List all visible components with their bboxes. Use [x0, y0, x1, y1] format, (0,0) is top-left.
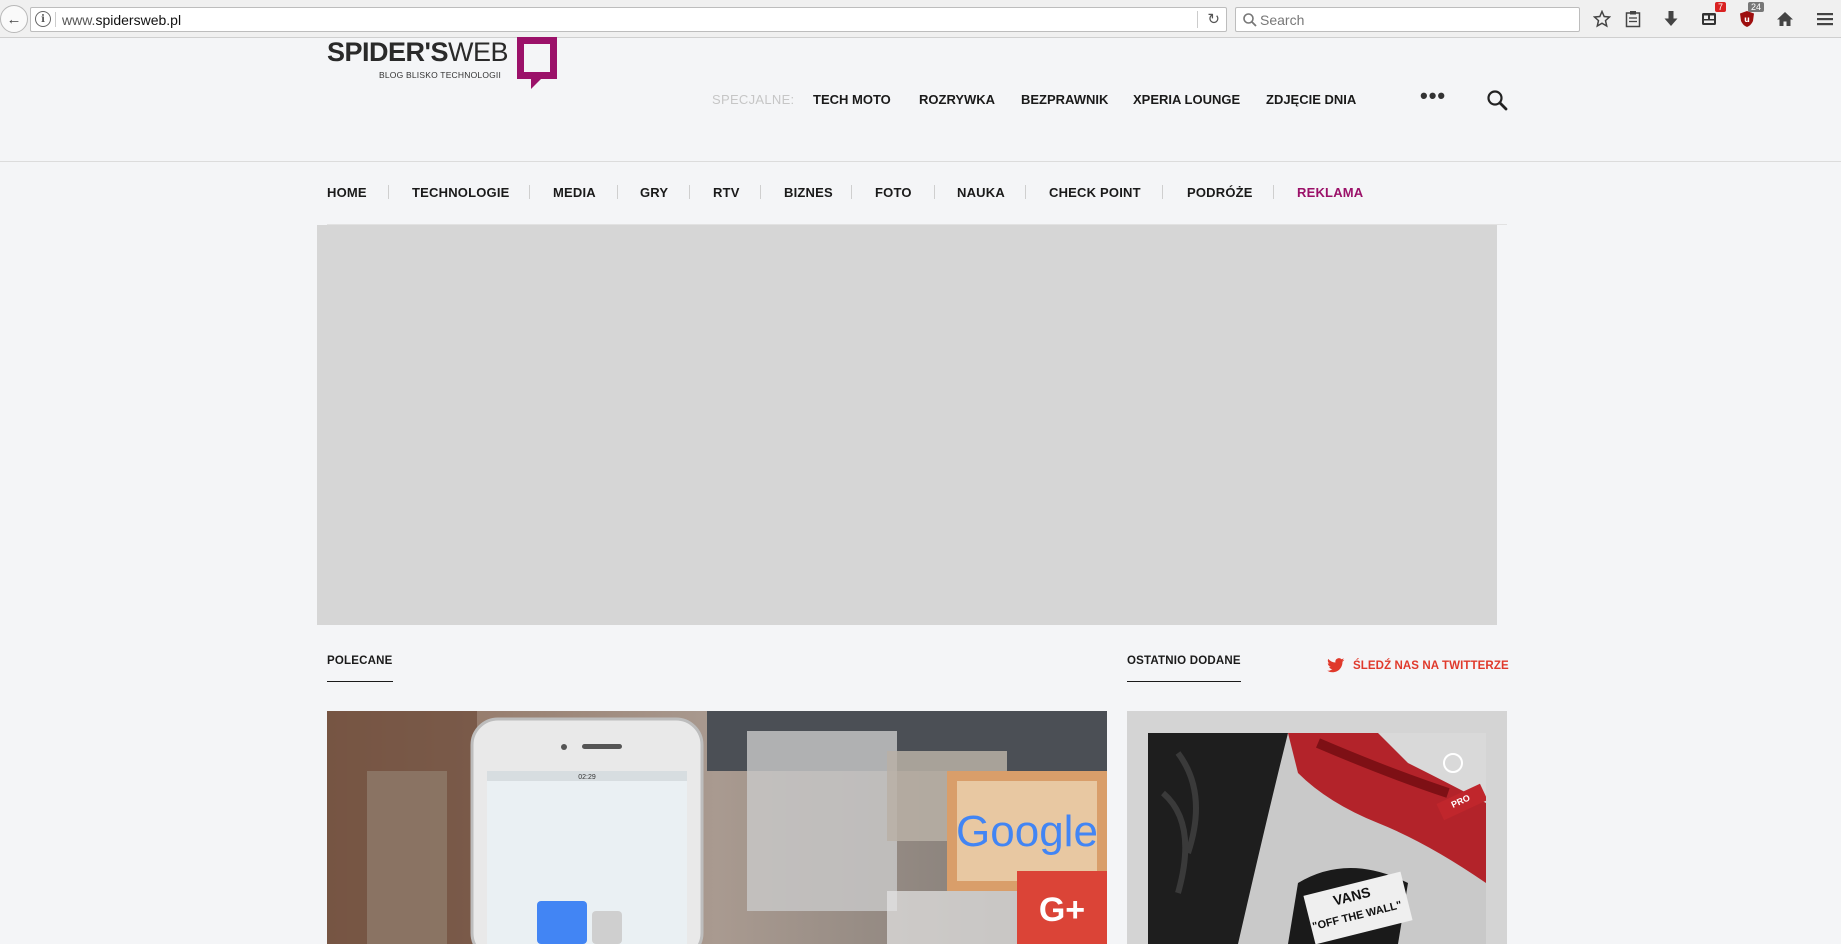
inbox-icon	[1702, 13, 1716, 25]
more-dots-icon[interactable]: •••	[1420, 85, 1446, 110]
nav-separator	[689, 185, 690, 199]
special-link-bezprawnik[interactable]: BEZPRAWNIK	[1021, 92, 1108, 107]
latest-article-card[interactable]: PRO VANS "OFF THE WALL"	[1127, 711, 1507, 944]
reload-icon[interactable]: ↻	[1207, 10, 1220, 28]
nav-item-check-point[interactable]: CHECK POINT	[1049, 185, 1141, 200]
site-logo[interactable]: SPIDER'SWEB BLOG BLISKO TECHNOLOGII	[327, 37, 557, 91]
clipboard-icon	[1625, 11, 1641, 28]
featured-article-image[interactable]: Google G+ 02:29	[327, 711, 1107, 944]
url-separator	[55, 12, 56, 27]
extensions-badge: 24	[1747, 2, 1764, 12]
messages-badge: 7	[1714, 2, 1726, 12]
speech-bubble-logo-icon	[517, 37, 557, 89]
nav-separator	[760, 185, 761, 199]
nav-separator	[388, 185, 389, 199]
search-placeholder: Search	[1260, 12, 1305, 28]
latest-illustration: PRO VANS "OFF THE WALL"	[1148, 733, 1486, 944]
reading-list-button[interactable]	[1620, 6, 1646, 32]
twitter-bird-icon	[1327, 658, 1345, 673]
hamburger-icon	[1817, 13, 1833, 26]
site-search-icon[interactable]	[1485, 88, 1509, 112]
nav-item-media[interactable]: MEDIA	[553, 185, 596, 200]
nav-separator	[851, 185, 852, 199]
ublock-button[interactable]: u 24	[1734, 2, 1764, 32]
logo-wordmark: SPIDER'SWEB	[327, 37, 508, 67]
phone-status-time: 02:29	[578, 774, 596, 781]
shield-icon: u	[1740, 11, 1754, 27]
nav-separator	[617, 185, 618, 199]
home-icon	[1777, 12, 1793, 26]
reload-separator	[1197, 11, 1198, 28]
section-title-ostatnio-dodane: OSTATNIO DODANE	[1127, 655, 1241, 682]
nav-item-nauka[interactable]: NAUKA	[957, 185, 1005, 200]
special-link-tech-moto[interactable]: TECH MOTO	[813, 92, 891, 107]
nav-item-home[interactable]: HOME	[327, 185, 367, 200]
nav-separator	[1273, 185, 1274, 199]
special-link-xperia-lounge[interactable]: XPERIA LOUNGE	[1133, 92, 1240, 107]
browser-toolbar: ← i www.spidersweb.pl ↻ Search 7 u 24	[0, 0, 1841, 38]
nav-separator	[1162, 185, 1163, 199]
back-button[interactable]: ←	[0, 5, 28, 33]
logo-tagline: BLOG BLISKO TECHNOLOGII	[379, 70, 502, 80]
google-sign-text: Google	[956, 807, 1098, 856]
star-icon	[1593, 10, 1611, 28]
special-link-rozrywka[interactable]: ROZRYWKA	[919, 92, 995, 107]
nav-item-reklama[interactable]: REKLAMA	[1297, 185, 1363, 200]
latest-article-image[interactable]: PRO VANS "OFF THE WALL"	[1148, 733, 1486, 944]
special-label: SPECJALNE:	[712, 92, 795, 107]
downloads-button[interactable]	[1658, 6, 1684, 32]
nav-separator	[1025, 185, 1026, 199]
search-icon	[1243, 13, 1257, 27]
url-bar[interactable]: i www.spidersweb.pl ↻	[30, 7, 1227, 32]
twitter-follow-label: ŚLEDŹ NAS NA TWITTERZE	[1353, 659, 1509, 672]
nav-separator	[529, 185, 530, 199]
nav-item-rtv[interactable]: RTV	[713, 185, 740, 200]
nav-item-technologie[interactable]: TECHNOLOGIE	[412, 185, 510, 200]
ad-banner-placeholder[interactable]	[317, 225, 1497, 625]
svg-text:u: u	[1744, 15, 1750, 24]
home-button[interactable]	[1772, 6, 1798, 32]
bookmark-star-button[interactable]	[1589, 6, 1615, 32]
download-arrow-icon	[1664, 11, 1678, 26]
nav-separator	[934, 185, 935, 199]
nav-item-gry[interactable]: GRY	[640, 185, 668, 200]
url-text[interactable]: www.spidersweb.pl	[62, 12, 181, 28]
featured-illustration: Google G+ 02:29	[327, 711, 1107, 944]
extension-messages-button[interactable]: 7	[1696, 2, 1726, 32]
gplus-sign-text: G+	[1039, 891, 1085, 929]
nav-item-biznes[interactable]: BIZNES	[784, 185, 833, 200]
browser-search-input[interactable]: Search	[1235, 7, 1580, 32]
info-icon[interactable]: i	[35, 11, 51, 27]
arrow-left-icon: ←	[6, 10, 22, 28]
special-link-zdjecie-dnia[interactable]: ZDJĘCIE DNIA	[1266, 92, 1356, 107]
main-nav: HOME TECHNOLOGIE MEDIA GRY RTV BIZNES FO…	[327, 163, 1507, 225]
nav-item-podroze[interactable]: PODRÓŻE	[1187, 185, 1253, 200]
section-title-polecane: POLECANE	[327, 655, 393, 682]
twitter-follow-link[interactable]: ŚLEDŹ NAS NA TWITTERZE	[1327, 658, 1509, 673]
menu-button[interactable]	[1812, 6, 1838, 32]
nav-item-foto[interactable]: FOTO	[875, 185, 912, 200]
